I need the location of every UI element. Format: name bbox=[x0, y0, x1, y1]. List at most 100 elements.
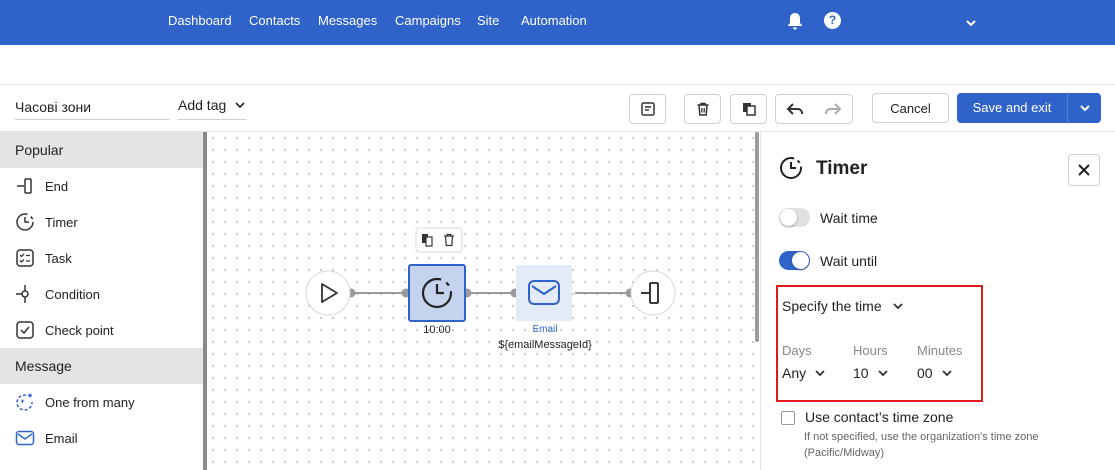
redo-button[interactable] bbox=[814, 102, 852, 116]
save-and-exit-button[interactable]: Save and exit bbox=[957, 93, 1101, 123]
sidebar-item-label: Email bbox=[45, 430, 78, 446]
days-label: Days bbox=[782, 343, 812, 358]
timezone-checkbox[interactable] bbox=[781, 411, 795, 425]
close-icon bbox=[1078, 164, 1090, 176]
add-tag-label: Add tag bbox=[178, 97, 227, 113]
wait-until-row: Wait until bbox=[779, 251, 877, 270]
delete-button[interactable] bbox=[684, 94, 721, 124]
connectors bbox=[346, 288, 635, 298]
task-icon bbox=[15, 248, 35, 268]
component-sidebar: Popular End Timer Task Condition Check p… bbox=[0, 132, 203, 470]
save-label: Save and exit bbox=[972, 100, 1052, 115]
nav-campaigns[interactable]: Campaigns bbox=[395, 13, 461, 28]
hours-select[interactable]: 10 bbox=[853, 365, 889, 381]
sidebar-item-label: Task bbox=[45, 250, 72, 266]
workflow-diagram bbox=[305, 227, 676, 322]
node-actions bbox=[415, 227, 463, 253]
chevron-down-icon[interactable] bbox=[965, 15, 977, 33]
close-panel-button[interactable] bbox=[1068, 154, 1100, 186]
days-select[interactable]: Any bbox=[782, 365, 826, 381]
time-specification-box: Specify the time Days Any Hours 10 Minut… bbox=[776, 285, 983, 402]
specify-time-dropdown[interactable]: Specify the time bbox=[782, 298, 904, 314]
copy-button[interactable] bbox=[730, 94, 767, 124]
wait-until-toggle[interactable] bbox=[779, 251, 810, 270]
automation-name-input[interactable] bbox=[15, 95, 170, 120]
nav-automation[interactable]: Automation bbox=[521, 13, 587, 28]
wait-time-toggle[interactable] bbox=[779, 208, 810, 227]
undo-redo-group bbox=[775, 94, 853, 124]
sidebar-item-label: Check point bbox=[45, 322, 114, 338]
trash-icon bbox=[697, 102, 708, 116]
section-message: Message bbox=[0, 348, 203, 384]
sidebar-item-label: Timer bbox=[45, 214, 78, 230]
notes-button[interactable] bbox=[629, 94, 666, 124]
days-field: Days Any bbox=[782, 343, 826, 381]
redo-icon bbox=[825, 103, 842, 115]
timezone-label: Use contact’s time zone bbox=[805, 409, 954, 425]
one-from-many-icon bbox=[15, 392, 35, 412]
section-popular: Popular bbox=[0, 132, 203, 168]
sidebar-item-end[interactable]: End bbox=[0, 168, 203, 204]
sidebar-item-one-from-many[interactable]: One from many bbox=[0, 384, 203, 420]
add-tag-dropdown[interactable]: Add tag bbox=[178, 97, 247, 120]
check-point-icon bbox=[15, 320, 35, 340]
specify-time-label: Specify the time bbox=[782, 298, 882, 314]
sidebar-item-timer[interactable]: Timer bbox=[0, 204, 203, 240]
timer-settings-panel: Timer Wait time Wait until Specify the t… bbox=[760, 132, 1115, 470]
nav-messages[interactable]: Messages bbox=[318, 13, 377, 28]
cancel-button[interactable]: Cancel bbox=[872, 93, 949, 123]
bell-icon[interactable] bbox=[787, 12, 803, 35]
sidebar-item-email[interactable]: Email bbox=[0, 420, 203, 456]
chevron-down-icon bbox=[941, 370, 952, 377]
condition-icon bbox=[15, 284, 35, 304]
nav-contacts[interactable]: Contacts bbox=[249, 13, 300, 28]
chevron-down-icon bbox=[815, 370, 825, 377]
timer-icon bbox=[779, 156, 803, 185]
timer-icon bbox=[15, 212, 35, 232]
timezone-note: If not specified, use the organization's… bbox=[804, 431, 1039, 459]
hours-field: Hours 10 bbox=[853, 343, 889, 381]
sidebar-item-condition[interactable]: Condition bbox=[0, 276, 203, 312]
timer-node-label: 10:00 bbox=[423, 324, 451, 336]
hours-value: 10 bbox=[853, 365, 869, 381]
timer-node[interactable] bbox=[408, 264, 466, 322]
chevron-down-icon bbox=[892, 303, 903, 310]
chevron-down-icon bbox=[877, 370, 888, 377]
end-node[interactable] bbox=[630, 270, 676, 316]
end-icon bbox=[15, 176, 35, 196]
undo-icon bbox=[786, 103, 803, 115]
help-icon[interactable]: ? bbox=[824, 12, 841, 29]
timezone-option: Use contact’s time zone bbox=[781, 409, 953, 425]
chevron-down-icon bbox=[1079, 105, 1090, 112]
notes-icon bbox=[640, 102, 655, 116]
chevron-down-icon bbox=[235, 102, 245, 109]
email-node[interactable] bbox=[516, 265, 572, 321]
nav-site[interactable]: Site bbox=[477, 13, 499, 28]
editor-toolbar: Add tag Cancel Save and exit bbox=[0, 85, 1115, 132]
sidebar-item-task[interactable]: Task bbox=[0, 240, 203, 276]
copy-icon bbox=[742, 103, 756, 116]
minutes-field: Minutes 00 bbox=[917, 343, 963, 381]
email-node-label: ${emailMessageId} bbox=[498, 339, 592, 351]
wait-time-label: Wait time bbox=[820, 209, 878, 226]
sidebar-item-check-point[interactable]: Check point bbox=[0, 312, 203, 348]
minutes-select[interactable]: 00 bbox=[917, 365, 963, 381]
panel-title: Timer bbox=[816, 158, 868, 179]
nav-dashboard[interactable]: Dashboard bbox=[168, 13, 232, 28]
undo-button[interactable] bbox=[776, 102, 814, 116]
minutes-label: Minutes bbox=[917, 343, 963, 358]
sidebar-item-label: One from many bbox=[45, 394, 135, 410]
hours-label: Hours bbox=[853, 343, 888, 358]
sub-header-bar bbox=[0, 45, 1115, 85]
email-icon bbox=[15, 428, 35, 448]
wait-until-label: Wait until bbox=[820, 252, 878, 269]
save-options-dropdown[interactable] bbox=[1067, 93, 1101, 123]
email-node-type: Email bbox=[532, 324, 558, 335]
start-node[interactable] bbox=[305, 270, 351, 316]
minutes-value: 00 bbox=[917, 365, 933, 381]
sidebar-item-label: End bbox=[45, 178, 69, 194]
wait-time-row: Wait time bbox=[779, 208, 878, 227]
days-value: Any bbox=[782, 365, 807, 381]
sidebar-item-label: Condition bbox=[45, 286, 100, 302]
top-navigation: Dashboard Contacts Messages Campaigns Si… bbox=[0, 0, 1115, 45]
